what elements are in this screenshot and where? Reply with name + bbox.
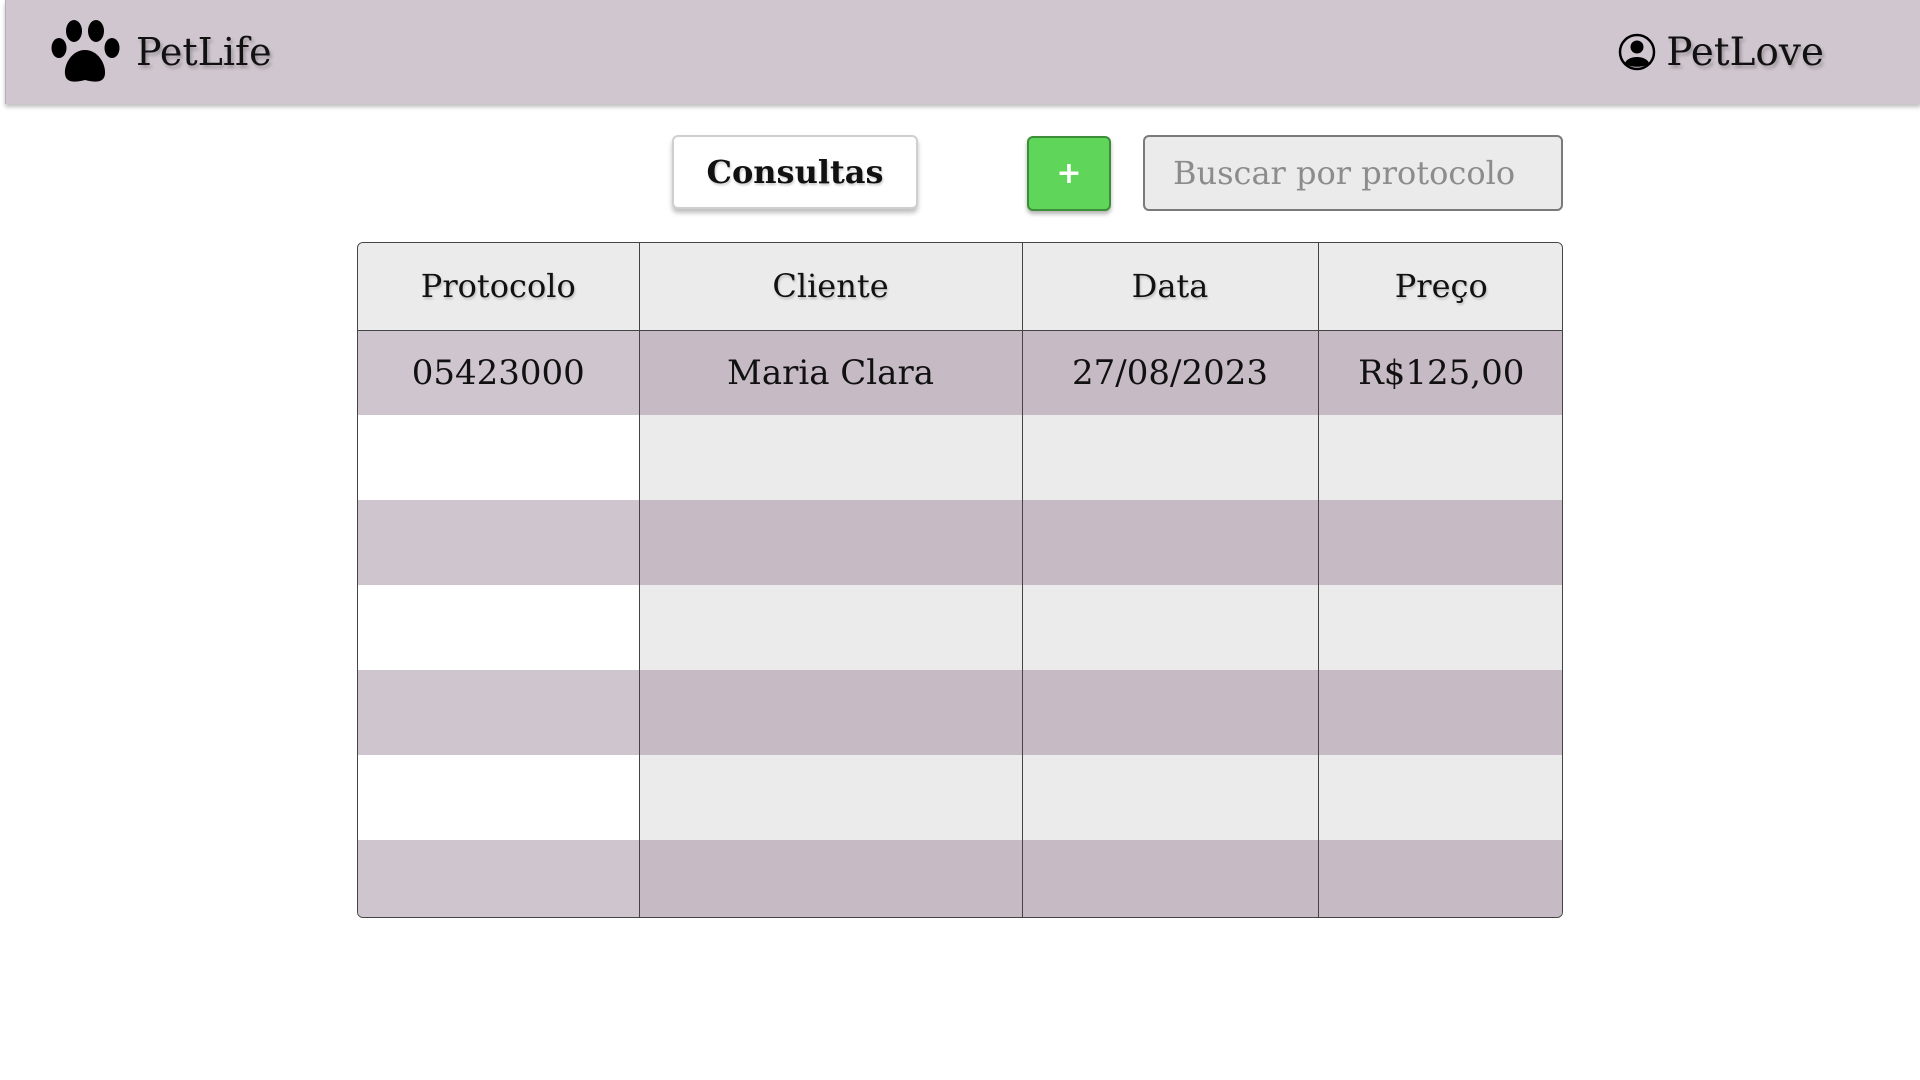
table-row[interactable]: 05423000 Maria Clara 27/08/2023 R$125,00 [358, 330, 1562, 415]
table-row[interactable] [358, 585, 1562, 670]
paw-icon [51, 20, 120, 82]
cell-cliente [638, 585, 1022, 670]
table-row[interactable] [358, 755, 1562, 840]
cell-protocolo [358, 670, 639, 755]
table-header-row: Protocolo Cliente Data Preço [358, 243, 1562, 331]
column-header-protocolo[interactable]: Protocolo [358, 243, 639, 331]
consultas-table: Protocolo Cliente Data Preço 05423000 Ma… [357, 242, 1563, 918]
cell-data [1021, 500, 1318, 585]
cell-data [1021, 840, 1318, 917]
column-header-cliente[interactable]: Cliente [638, 243, 1022, 331]
cell-preco [1317, 670, 1562, 755]
cell-preco [1317, 840, 1562, 917]
cell-cliente [638, 500, 1022, 585]
column-header-preco[interactable]: Preço [1317, 243, 1562, 331]
cell-cliente [638, 670, 1022, 755]
cell-preco: R$125,00 [1317, 330, 1562, 415]
cell-protocolo [358, 755, 639, 840]
cell-cliente: Maria Clara [638, 330, 1022, 415]
cell-preco [1317, 500, 1562, 585]
cell-protocolo [358, 840, 639, 917]
table-row[interactable] [358, 670, 1562, 755]
cell-data [1021, 415, 1318, 500]
cell-preco [1317, 415, 1562, 500]
cell-cliente [638, 755, 1022, 840]
cell-data [1021, 585, 1318, 670]
user-circle-icon [1619, 33, 1656, 71]
tab-consultas[interactable]: Consultas [672, 135, 918, 209]
cell-protocolo: 05423000 [358, 330, 639, 415]
cell-preco [1317, 755, 1562, 840]
cell-protocolo [358, 415, 639, 500]
user-name: PetLove [1666, 29, 1824, 75]
add-consulta-button[interactable]: + [1027, 136, 1111, 211]
table-row[interactable] [358, 840, 1562, 917]
cell-protocolo [358, 500, 639, 585]
cell-protocolo [358, 585, 639, 670]
table-row[interactable] [358, 415, 1562, 500]
cell-cliente [638, 415, 1022, 500]
brand[interactable]: PetLife [50, 18, 272, 86]
table-row[interactable] [358, 500, 1562, 585]
search-input[interactable] [1143, 135, 1563, 211]
top-bar: PetLife PetLove [5, 0, 1920, 104]
cell-preco [1317, 585, 1562, 670]
column-header-data[interactable]: Data [1021, 243, 1318, 331]
user-menu[interactable]: PetLove [1618, 22, 1824, 82]
cell-data [1021, 755, 1318, 840]
cell-data [1021, 670, 1318, 755]
cell-cliente [638, 840, 1022, 917]
brand-name: PetLife [136, 30, 272, 74]
cell-data: 27/08/2023 [1021, 330, 1318, 415]
